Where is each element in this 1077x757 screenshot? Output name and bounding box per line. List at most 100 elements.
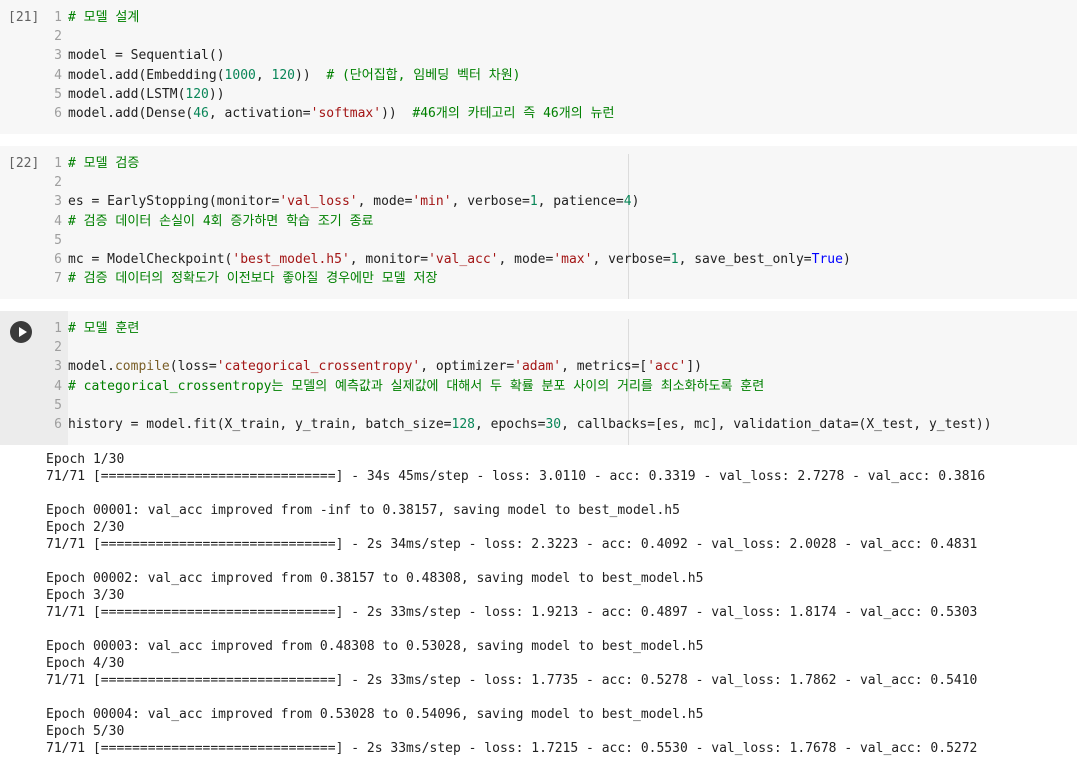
line-number: 4 <box>54 213 62 229</box>
code-token: ) <box>631 194 640 210</box>
code-token: 128 <box>451 416 475 432</box>
code-line: 7 # 검증 데이터의 정확도가 이전보다 좋아질 경우에만 모델 저장 <box>50 269 851 288</box>
code-line: 1 # 모델 설계 <box>50 8 614 27</box>
line-number: 5 <box>54 397 62 413</box>
execution-count: [21] <box>8 10 40 25</box>
output-line: Epoch 00004: val_acc improved from 0.530… <box>46 707 704 722</box>
code-line: 1 # 모델 검증 <box>50 154 851 173</box>
code-line: 2 <box>50 338 992 357</box>
code-token: , monitor= <box>349 251 429 267</box>
code-line: 6 mc = ModelCheckpoint('best_model.h5', m… <box>50 250 851 269</box>
line-number: 1 <box>54 321 62 336</box>
code-line: 5 <box>50 231 851 250</box>
code-token: # 검증 데이터 손실이 4회 증가하면 학습 조기 종료 <box>68 213 374 229</box>
code-token: 'softmax' <box>310 105 382 121</box>
output-line: Epoch 4/30 <box>46 656 125 671</box>
code-line: 6 model.add(Dense(46, activation='softmax… <box>50 104 614 123</box>
code-token: 120 <box>185 86 209 102</box>
output-line: Epoch 1/30 <box>46 452 125 467</box>
execution-count: [22] <box>8 156 40 171</box>
code-line: 1 # 모델 훈련 <box>50 319 992 338</box>
code-token: model.add(LSTM( <box>68 86 186 102</box>
cell-output: Epoch 1/30 71/71 [=======================… <box>46 451 985 757</box>
code-token: 'acc' <box>647 359 687 375</box>
code-line: 4 # categorical_crossentropy는 모델의 예측값과 실제… <box>50 377 992 396</box>
code-token: 46 <box>193 105 209 121</box>
line-number: 7 <box>54 271 62 287</box>
code-token: , mode= <box>357 194 413 210</box>
code-line: 5 model.add(LSTM(120)) <box>50 85 614 104</box>
code-token: mc = ModelCheckpoint( <box>68 251 233 267</box>
code-token: )) <box>208 86 225 102</box>
code-token: model = Sequential() <box>68 48 225 64</box>
output-line: 71/71 [==============================] -… <box>46 537 978 552</box>
code-token: True <box>811 251 843 267</box>
code-token: 'val_loss' <box>279 194 358 210</box>
code-line: 3 es = EarlyStopping(monitor='val_loss', … <box>50 192 851 211</box>
code-cell-22[interactable]: [22] 1 # 모델 검증 2 3 es = EarlyStopping(monito… <box>0 146 1077 299</box>
code-line: 4 # 검증 데이터 손실이 4회 증가하면 학습 조기 종료 <box>50 212 851 231</box>
output-line: Epoch 00001: val_acc improved from -inf … <box>46 503 680 518</box>
code-token: 1000 <box>224 67 256 83</box>
line-number: 5 <box>54 86 62 102</box>
line-number: 2 <box>54 340 62 356</box>
code-token: model.add(Dense( <box>68 105 194 121</box>
code-token: , verbose= <box>451 194 530 210</box>
line-number: 6 <box>54 251 62 267</box>
code-token: , patience= <box>537 194 624 210</box>
code-token: 1 <box>670 251 679 267</box>
code-token: 'max' <box>553 251 593 267</box>
code-line: 3 model.compile(loss='categorical_crossen… <box>50 357 992 376</box>
code-editor[interactable]: 1 # 모델 설계 2 3 model = Sequential() 4 model.add… <box>50 8 614 123</box>
output-line: 71/71 [==============================] -… <box>46 741 978 756</box>
code-editor[interactable]: 1 # 모델 훈련 2 3 model.compile(loss='categorica… <box>50 319 992 434</box>
code-token: 1 <box>529 194 538 210</box>
play-icon[interactable] <box>10 321 32 343</box>
code-token: # 검증 데이터의 정확도가 이전보다 좋아질 경우에만 모델 저장 <box>68 271 438 287</box>
line-number: 4 <box>54 67 62 83</box>
output-line: Epoch 00003: val_acc improved from 0.483… <box>46 639 704 654</box>
code-token: es = EarlyStopping(monitor= <box>68 194 280 210</box>
code-token: history = model.fit(X_train, y_train, ba… <box>68 416 452 432</box>
code-token: compile <box>114 359 170 375</box>
code-token: ]) <box>686 359 703 375</box>
line-number: 4 <box>54 378 62 394</box>
code-token: 'val_acc' <box>428 251 499 267</box>
code-token: , activation= <box>208 105 311 121</box>
line-number: 2 <box>54 29 62 45</box>
code-line: 2 <box>50 173 851 192</box>
output-line: Epoch 00002: val_acc improved from 0.381… <box>46 571 704 586</box>
code-token: , epochs= <box>475 416 546 432</box>
code-token: 'best_model.h5' <box>232 251 350 267</box>
code-token: , callbacks=[es, mc], validation_data=(X… <box>561 416 992 432</box>
code-token: # categorical_crossentropy는 모델의 예측값과 실제값… <box>68 378 765 394</box>
code-line: 6 history = model.fit(X_train, y_train, b… <box>50 415 992 434</box>
code-token: #46개의 카테고리 즉 46개의 뉴런 <box>412 105 615 121</box>
code-token: , mode= <box>498 251 554 267</box>
code-token: , <box>255 67 272 83</box>
output-line: 71/71 [==============================] -… <box>46 673 978 688</box>
line-number: 1 <box>54 10 62 25</box>
code-token: )) <box>295 67 327 83</box>
code-token: 'categorical_crossentropy' <box>216 359 421 375</box>
code-line: 5 <box>50 396 992 415</box>
code-token: model. <box>68 359 115 375</box>
code-token: # 모델 훈련 <box>68 321 140 336</box>
code-token: , save_best_only= <box>678 251 812 267</box>
code-editor[interactable]: 1 # 모델 검증 2 3 es = EarlyStopping(monitor='va… <box>50 154 851 288</box>
line-number: 1 <box>54 156 62 171</box>
output-line: 71/71 [==============================] -… <box>46 605 978 620</box>
line-number: 2 <box>54 175 62 191</box>
code-token: 'adam' <box>514 359 562 375</box>
code-cell-21[interactable]: [21] 1 # 모델 설계 2 3 model = Sequential() 4 mode… <box>0 0 1077 134</box>
code-token: ) <box>842 251 851 267</box>
line-number: 3 <box>54 48 62 64</box>
code-token: # 모델 검증 <box>68 156 140 171</box>
code-line: 2 <box>50 27 614 46</box>
code-token: , optimizer= <box>420 359 515 375</box>
output-line: 71/71 [==============================] -… <box>46 469 986 484</box>
code-cell-training[interactable]: 1 # 모델 훈련 2 3 model.compile(loss='categorica… <box>0 311 1077 445</box>
code-token: )) <box>381 105 413 121</box>
